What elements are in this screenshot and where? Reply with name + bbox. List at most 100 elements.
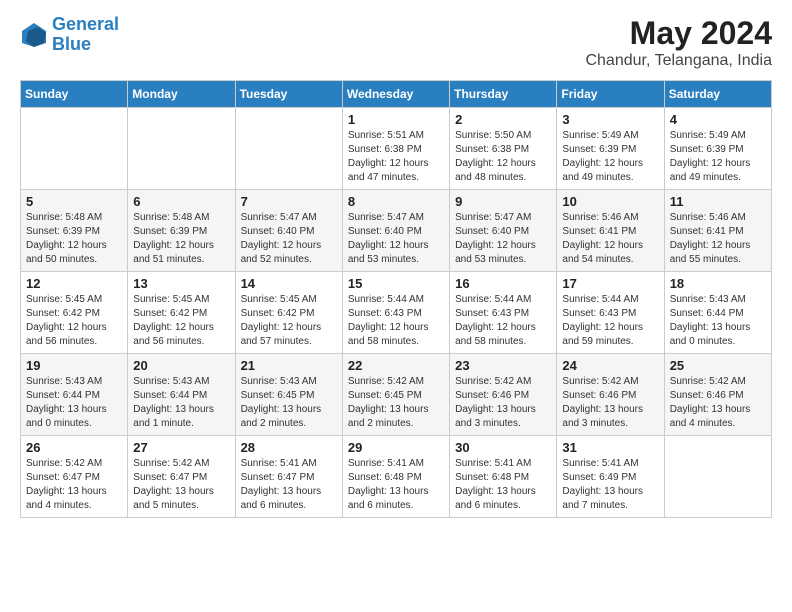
- day-number: 6: [133, 194, 229, 209]
- calendar-cell: 5 Sunrise: 5:48 AM Sunset: 6:39 PM Daylig…: [21, 190, 128, 272]
- calendar-cell: 14 Sunrise: 5:45 AM Sunset: 6:42 PM Dayli…: [235, 272, 342, 354]
- day-number: 14: [241, 276, 337, 291]
- calendar-cell: 15 Sunrise: 5:44 AM Sunset: 6:43 PM Dayli…: [342, 272, 449, 354]
- day-info: Sunrise: 5:47 AM Sunset: 6:40 PM Dayligh…: [455, 211, 551, 267]
- day-info: Sunrise: 5:50 AM Sunset: 6:38 PM Dayligh…: [455, 129, 551, 185]
- day-number: 23: [455, 358, 551, 373]
- day-info: Sunrise: 5:47 AM Sunset: 6:40 PM Dayligh…: [241, 211, 337, 267]
- calendar-cell: 2 Sunrise: 5:50 AM Sunset: 6:38 PM Daylig…: [450, 108, 557, 190]
- day-number: 1: [348, 112, 444, 127]
- day-number: 30: [455, 440, 551, 455]
- day-info: Sunrise: 5:46 AM Sunset: 6:41 PM Dayligh…: [670, 211, 766, 267]
- calendar-cell: 20 Sunrise: 5:43 AM Sunset: 6:44 PM Dayli…: [128, 354, 235, 436]
- day-info: Sunrise: 5:42 AM Sunset: 6:46 PM Dayligh…: [670, 375, 766, 431]
- day-number: 28: [241, 440, 337, 455]
- day-info: Sunrise: 5:42 AM Sunset: 6:46 PM Dayligh…: [455, 375, 551, 431]
- calendar-header-friday: Friday: [557, 81, 664, 108]
- calendar-cell: 27Sunrise: 5:42 AM Sunset: 6:47 PM Dayli…: [128, 436, 235, 518]
- day-number: 9: [455, 194, 551, 209]
- day-info: Sunrise: 5:45 AM Sunset: 6:42 PM Dayligh…: [133, 293, 229, 349]
- calendar-cell: 12 Sunrise: 5:45 AM Sunset: 6:42 PM Dayli…: [21, 272, 128, 354]
- logo-general: General: [52, 14, 119, 34]
- calendar-cell: 11 Sunrise: 5:46 AM Sunset: 6:41 PM Dayli…: [664, 190, 771, 272]
- calendar-week-5: 26 Sunrise: 5:42 AM Sunset: 6:47 PM Dayli…: [21, 436, 772, 518]
- day-info: Sunrise: 5:48 AM Sunset: 6:39 PM Dayligh…: [26, 211, 122, 267]
- calendar: SundayMondayTuesdayWednesdayThursdayFrid…: [20, 80, 772, 518]
- day-info: Sunrise: 5:41 AM Sunset: 6:48 PM Dayligh…: [348, 457, 444, 513]
- logo: General Blue: [20, 15, 119, 55]
- day-number: 20: [133, 358, 229, 373]
- calendar-cell: 16Sunrise: 5:44 AM Sunset: 6:43 PM Dayli…: [450, 272, 557, 354]
- calendar-week-1: 1 Sunrise: 5:51 AM Sunset: 6:38 PM Daylig…: [21, 108, 772, 190]
- day-number: 5: [26, 194, 122, 209]
- calendar-header-sunday: Sunday: [21, 81, 128, 108]
- day-info: Sunrise: 5:43 AM Sunset: 6:44 PM Dayligh…: [26, 375, 122, 431]
- day-info: Sunrise: 5:42 AM Sunset: 6:46 PM Dayligh…: [562, 375, 658, 431]
- day-info: Sunrise: 5:41 AM Sunset: 6:49 PM Dayligh…: [562, 457, 658, 513]
- day-number: 29: [348, 440, 444, 455]
- calendar-cell: 18Sunrise: 5:43 AM Sunset: 6:44 PM Dayli…: [664, 272, 771, 354]
- calendar-cell: 9 Sunrise: 5:47 AM Sunset: 6:40 PM Daylig…: [450, 190, 557, 272]
- calendar-cell: 17 Sunrise: 5:44 AM Sunset: 6:43 PM Dayli…: [557, 272, 664, 354]
- day-number: 26: [26, 440, 122, 455]
- day-info: Sunrise: 5:51 AM Sunset: 6:38 PM Dayligh…: [348, 129, 444, 185]
- day-info: Sunrise: 5:44 AM Sunset: 6:43 PM Dayligh…: [348, 293, 444, 349]
- day-number: 24: [562, 358, 658, 373]
- title-block: May 2024 Chandur, Telangana, India: [585, 15, 772, 70]
- day-number: 4: [670, 112, 766, 127]
- calendar-cell: 25Sunrise: 5:42 AM Sunset: 6:46 PM Dayli…: [664, 354, 771, 436]
- calendar-cell: 22 Sunrise: 5:42 AM Sunset: 6:45 PM Dayli…: [342, 354, 449, 436]
- calendar-cell: [664, 436, 771, 518]
- calendar-cell: 3Sunrise: 5:49 AM Sunset: 6:39 PM Daylig…: [557, 108, 664, 190]
- calendar-cell: 31 Sunrise: 5:41 AM Sunset: 6:49 PM Dayli…: [557, 436, 664, 518]
- day-info: Sunrise: 5:43 AM Sunset: 6:44 PM Dayligh…: [670, 293, 766, 349]
- page: General Blue May 2024 Chandur, Telangana…: [0, 0, 792, 612]
- day-number: 2: [455, 112, 551, 127]
- day-number: 31: [562, 440, 658, 455]
- calendar-cell: 13 Sunrise: 5:45 AM Sunset: 6:42 PM Dayli…: [128, 272, 235, 354]
- day-number: 15: [348, 276, 444, 291]
- calendar-header-row: SundayMondayTuesdayWednesdayThursdayFrid…: [21, 81, 772, 108]
- day-number: 7: [241, 194, 337, 209]
- calendar-header-monday: Monday: [128, 81, 235, 108]
- logo-blue: Blue: [52, 34, 91, 54]
- calendar-cell: 4Sunrise: 5:49 AM Sunset: 6:39 PM Daylig…: [664, 108, 771, 190]
- day-info: Sunrise: 5:44 AM Sunset: 6:43 PM Dayligh…: [455, 293, 551, 349]
- day-info: Sunrise: 5:44 AM Sunset: 6:43 PM Dayligh…: [562, 293, 658, 349]
- calendar-cell: [235, 108, 342, 190]
- calendar-cell: 8Sunrise: 5:47 AM Sunset: 6:40 PM Daylig…: [342, 190, 449, 272]
- day-info: Sunrise: 5:41 AM Sunset: 6:47 PM Dayligh…: [241, 457, 337, 513]
- calendar-week-3: 12 Sunrise: 5:45 AM Sunset: 6:42 PM Dayli…: [21, 272, 772, 354]
- calendar-cell: [128, 108, 235, 190]
- day-info: Sunrise: 5:47 AM Sunset: 6:40 PM Dayligh…: [348, 211, 444, 267]
- day-info: Sunrise: 5:41 AM Sunset: 6:48 PM Dayligh…: [455, 457, 551, 513]
- day-info: Sunrise: 5:42 AM Sunset: 6:45 PM Dayligh…: [348, 375, 444, 431]
- day-number: 11: [670, 194, 766, 209]
- logo-text: General Blue: [52, 15, 119, 55]
- calendar-cell: 29 Sunrise: 5:41 AM Sunset: 6:48 PM Dayli…: [342, 436, 449, 518]
- day-number: 22: [348, 358, 444, 373]
- day-info: Sunrise: 5:42 AM Sunset: 6:47 PM Dayligh…: [26, 457, 122, 513]
- day-number: 12: [26, 276, 122, 291]
- day-number: 17: [562, 276, 658, 291]
- day-info: Sunrise: 5:43 AM Sunset: 6:45 PM Dayligh…: [241, 375, 337, 431]
- day-info: Sunrise: 5:49 AM Sunset: 6:39 PM Dayligh…: [562, 129, 658, 185]
- main-title: May 2024: [585, 15, 772, 52]
- day-info: Sunrise: 5:43 AM Sunset: 6:44 PM Dayligh…: [133, 375, 229, 431]
- day-number: 10: [562, 194, 658, 209]
- subtitle: Chandur, Telangana, India: [585, 52, 772, 70]
- calendar-header-wednesday: Wednesday: [342, 81, 449, 108]
- day-number: 13: [133, 276, 229, 291]
- day-info: Sunrise: 5:42 AM Sunset: 6:47 PM Dayligh…: [133, 457, 229, 513]
- calendar-cell: 1 Sunrise: 5:51 AM Sunset: 6:38 PM Daylig…: [342, 108, 449, 190]
- day-number: 19: [26, 358, 122, 373]
- day-info: Sunrise: 5:46 AM Sunset: 6:41 PM Dayligh…: [562, 211, 658, 267]
- day-info: Sunrise: 5:45 AM Sunset: 6:42 PM Dayligh…: [241, 293, 337, 349]
- header: General Blue May 2024 Chandur, Telangana…: [20, 15, 772, 70]
- calendar-cell: 7 Sunrise: 5:47 AM Sunset: 6:40 PM Daylig…: [235, 190, 342, 272]
- calendar-cell: 10 Sunrise: 5:46 AM Sunset: 6:41 PM Dayli…: [557, 190, 664, 272]
- calendar-cell: 21 Sunrise: 5:43 AM Sunset: 6:45 PM Dayli…: [235, 354, 342, 436]
- day-number: 21: [241, 358, 337, 373]
- day-info: Sunrise: 5:45 AM Sunset: 6:42 PM Dayligh…: [26, 293, 122, 349]
- calendar-week-4: 19 Sunrise: 5:43 AM Sunset: 6:44 PM Dayli…: [21, 354, 772, 436]
